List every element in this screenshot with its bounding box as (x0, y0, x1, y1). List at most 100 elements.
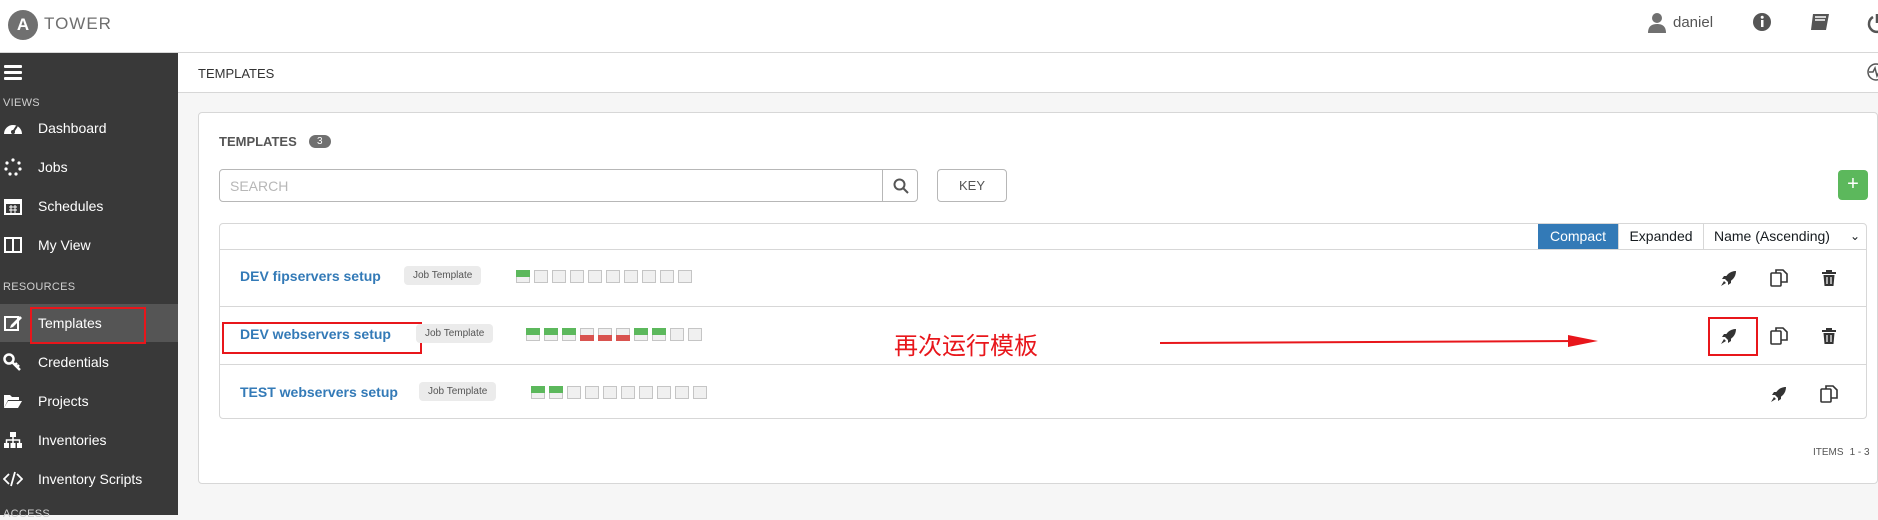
templates-highlight-box (30, 307, 146, 344)
breadcrumb-bar: TEMPLATES (178, 53, 1878, 93)
template-name-link[interactable]: TEST webservers setup (240, 384, 398, 400)
table-row: DEV webservers setup Job Template (220, 308, 1866, 365)
copy-icon[interactable] (1819, 384, 1839, 404)
job-status-none[interactable] (570, 270, 584, 283)
sidebar-item-label: Inventory Scripts (38, 471, 143, 487)
job-status-none[interactable] (624, 270, 638, 283)
sidebar-item-my-view[interactable]: My View (0, 226, 178, 264)
sidebar-item-credentials[interactable]: Credentials (0, 343, 178, 381)
power-icon[interactable] (1866, 12, 1878, 34)
template-type-tag: Job Template (404, 266, 482, 285)
tower-logo[interactable]: A (8, 10, 38, 40)
sidebar-item-inventories[interactable]: Inventories (0, 421, 178, 459)
search-input[interactable] (219, 169, 883, 202)
resources-section-label: RESOURCES (3, 281, 76, 293)
views-section-label: VIEWS (3, 97, 40, 109)
sort-select[interactable]: Name (Ascending) ⌄ (1704, 224, 1866, 249)
job-status-fail[interactable] (580, 328, 594, 341)
menu-toggle-icon[interactable] (4, 65, 22, 81)
jobs-icon (4, 158, 22, 176)
book-icon[interactable] (1809, 12, 1831, 32)
job-status-ok[interactable] (634, 328, 648, 341)
job-status-none[interactable] (660, 270, 674, 283)
key-icon (3, 353, 21, 371)
search-button[interactable] (882, 169, 918, 202)
sidebar-item-dashboard[interactable]: Dashboard (0, 109, 178, 147)
username[interactable]: daniel (1673, 14, 1713, 31)
access-section-label: ACCESS (3, 508, 51, 520)
job-status-none[interactable] (585, 386, 599, 399)
items-count: ITEMS 1 - 3 (1813, 447, 1870, 458)
job-status-ok[interactable] (531, 386, 545, 399)
job-status-none[interactable] (678, 270, 692, 283)
sidebar-item-label: Schedules (38, 198, 104, 214)
job-status-none[interactable] (621, 386, 635, 399)
job-status-none[interactable] (567, 386, 581, 399)
sidebar-item-label: My View (38, 237, 91, 253)
items-range: 1 - 3 (1849, 447, 1870, 458)
copy-icon[interactable] (1769, 268, 1789, 288)
job-status-none[interactable] (657, 386, 671, 399)
sidebar-item-jobs[interactable]: Jobs (0, 148, 178, 186)
annotation-text: 再次运行模板 (894, 332, 1038, 360)
sidebar-item-schedules[interactable]: Schedules (0, 187, 178, 225)
template-type-tag: Job Template (419, 382, 497, 401)
sidebar-item-label: Credentials (38, 354, 109, 370)
job-status-ok[interactable] (526, 328, 540, 341)
job-status-none[interactable] (639, 386, 653, 399)
folder-icon (4, 395, 22, 408)
job-status-ok[interactable] (652, 328, 666, 341)
copy-icon[interactable] (1769, 326, 1789, 346)
launch-rocket-icon[interactable] (1719, 268, 1739, 288)
job-status-fail[interactable] (598, 328, 612, 341)
job-status-none[interactable] (670, 328, 684, 341)
expanded-view-toggle[interactable]: Expanded (1618, 224, 1704, 249)
info-icon[interactable] (1752, 12, 1772, 32)
templates-list: Compact Expanded Name (Ascending) ⌄ DEV … (219, 223, 1867, 419)
add-template-button[interactable]: + (1838, 170, 1868, 200)
annotation-arrow-icon (1160, 335, 1598, 347)
breadcrumb[interactable]: TEMPLATES (198, 66, 274, 81)
job-status-none[interactable] (675, 386, 689, 399)
job-status-ok[interactable] (516, 270, 530, 283)
sidebar-item-label: Inventories (38, 432, 107, 448)
job-status-none[interactable] (606, 270, 620, 283)
job-status-none[interactable] (534, 270, 548, 283)
template-type-tag: Job Template (416, 324, 494, 343)
launch-rocket-icon[interactable] (1769, 384, 1789, 404)
job-status-none[interactable] (552, 270, 566, 283)
sidebar-item-inventory-scripts[interactable]: Inventory Scripts (0, 460, 178, 498)
sitemap-icon (4, 432, 22, 448)
template-name-link[interactable]: DEV fipservers setup (240, 268, 381, 284)
chevron-down-icon: ⌄ (1849, 229, 1860, 243)
job-status-none[interactable] (688, 328, 702, 341)
compact-view-toggle[interactable]: Compact (1538, 224, 1618, 249)
job-status-ok[interactable] (549, 386, 563, 399)
job-status-ok[interactable] (544, 328, 558, 341)
sidebar-item-label: Dashboard (38, 120, 107, 136)
job-status-ok[interactable] (562, 328, 576, 341)
search-icon (893, 178, 909, 194)
key-button[interactable]: KEY (937, 169, 1007, 202)
job-status-none[interactable] (693, 386, 707, 399)
delete-trash-icon[interactable] (1819, 326, 1839, 346)
panel-title: TEMPLATES (219, 134, 297, 149)
brand-name: TOWER (44, 14, 112, 33)
sidebar-item-label: Jobs (38, 159, 68, 175)
sidebar-item-projects[interactable]: Projects (0, 382, 178, 420)
list-toolbar: Compact Expanded Name (Ascending) ⌄ (220, 224, 1866, 250)
activity-stream-icon[interactable] (1867, 63, 1878, 81)
table-row: TEST webservers setup Job Template (220, 366, 1866, 423)
templates-panel: TEMPLATES 3 KEY + Compact Expanded Name … (198, 112, 1878, 484)
dashboard-icon (4, 125, 22, 134)
job-status-none[interactable] (642, 270, 656, 283)
delete-trash-icon[interactable] (1819, 268, 1839, 288)
count-badge: 3 (309, 135, 331, 148)
job-status-none[interactable] (588, 270, 602, 283)
job-status-fail[interactable] (616, 328, 630, 341)
columns-icon (4, 237, 22, 253)
user-icon[interactable] (1647, 12, 1667, 34)
items-label: ITEMS (1813, 447, 1844, 458)
job-status-none[interactable] (603, 386, 617, 399)
edit-icon (4, 316, 22, 331)
